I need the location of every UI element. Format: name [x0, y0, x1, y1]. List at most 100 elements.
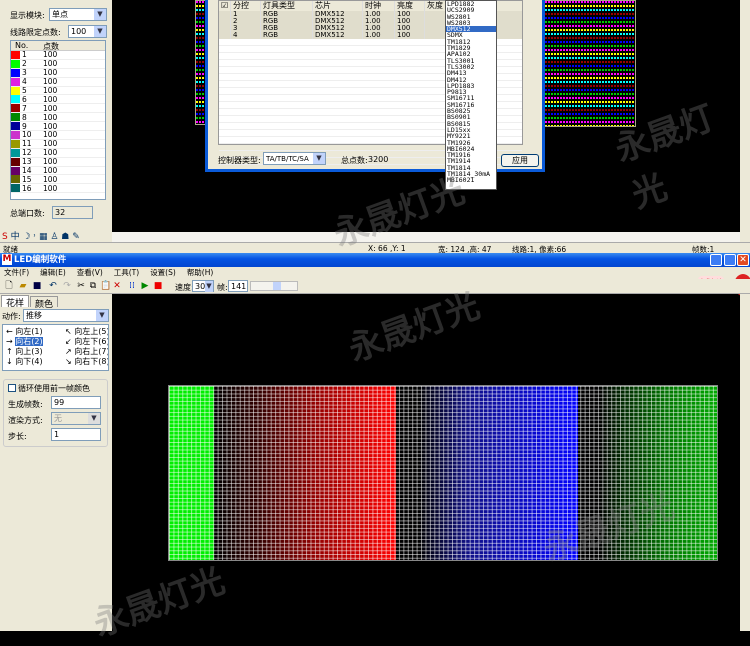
chevron-down-icon: ▼: [94, 9, 106, 20]
table-cell: 100: [395, 25, 425, 32]
stop-icon[interactable]: ■: [153, 281, 163, 291]
direction-label: 向右下(8): [74, 357, 109, 366]
frames-input[interactable]: 99: [51, 396, 101, 409]
controller-type-select[interactable]: TA/TB/TC/SA ▼: [263, 152, 326, 165]
save-icon[interactable]: ■: [32, 281, 42, 291]
line-limit-select[interactable]: 100 ▼: [68, 25, 107, 38]
menu-item[interactable]: 设置(S): [150, 268, 176, 277]
port-points: 100: [43, 139, 58, 149]
port-row[interactable]: 16 100: [11, 183, 105, 194]
arrow-icon: ↑: [6, 347, 13, 356]
undo-icon[interactable]: ↶: [48, 281, 58, 291]
frame-slider[interactable]: [250, 281, 298, 291]
main-vertical-scrollbar[interactable]: [740, 294, 750, 631]
copy-icon[interactable]: ⧉: [88, 281, 98, 291]
menu-item[interactable]: 工具(T): [114, 268, 139, 277]
direction-label: 向左下(6): [74, 337, 109, 346]
line-limit-label: 线路限定点数:: [10, 28, 61, 37]
port-points: 100: [43, 103, 58, 113]
port-no: 9: [22, 121, 27, 131]
grid-icon[interactable]: ⁞⁞: [127, 281, 137, 291]
ime-icons[interactable]: 中 ☽ ˒ ▦ ♙ ☗ ✎: [8, 232, 80, 242]
open-folder-icon[interactable]: ▰: [18, 281, 28, 291]
speed-select[interactable]: 30 ▼: [192, 280, 214, 292]
port-color-swatch: [11, 50, 20, 59]
loop-checkbox-label: 循环使用前一帧颜色: [18, 384, 90, 393]
paste-icon[interactable]: 📋: [100, 281, 111, 291]
tab-pattern[interactable]: 花样: [1, 295, 29, 309]
port-no: 1: [22, 50, 27, 60]
port-no: 7: [22, 103, 27, 113]
table-cell: DMX512: [313, 32, 363, 39]
menu-item[interactable]: 文件(F): [4, 268, 29, 277]
arrow-icon: ↓: [6, 357, 13, 366]
step-input[interactable]: 1: [51, 428, 101, 441]
frame-input[interactable]: 141: [228, 280, 248, 292]
port-color-swatch: [11, 130, 20, 139]
port-color-swatch: [11, 68, 20, 77]
total-ports-field: 32: [52, 206, 93, 219]
port-color-swatch: [11, 184, 20, 193]
play-icon[interactable]: ▶: [140, 281, 150, 291]
display-module-label: 显示模块:: [10, 11, 45, 20]
table-cell: DMX512: [313, 18, 363, 25]
menu-item[interactable]: 帮助(H): [187, 268, 214, 277]
table-cell: 1.00: [363, 25, 395, 32]
action-select[interactable]: 推移 ▼: [23, 309, 109, 322]
table-cell: 1.00: [363, 18, 395, 25]
direction-list[interactable]: ← 向左(1) ↖ 向左上(5) → 向右(2) ↙ 向左下(6) ↑ 向上(3) ↗ 向…: [2, 324, 109, 371]
render-label: 渲染方式:: [8, 416, 43, 425]
port-points: 100: [43, 59, 58, 69]
minimize-button[interactable]: [710, 254, 722, 266]
port-color-swatch: [11, 175, 20, 184]
table-cell: 3: [231, 25, 261, 32]
ime-toolbar[interactable]: S 中 ☽ ˒ ▦ ♙ ☗ ✎: [2, 229, 80, 242]
arrow-icon: ←: [6, 327, 13, 336]
restore-button[interactable]: [724, 254, 736, 266]
port-color-swatch: [11, 148, 20, 157]
port-no: 2: [22, 59, 27, 69]
port-no: 12: [22, 148, 32, 158]
tab-color[interactable]: 颜色: [30, 296, 58, 310]
cut-icon[interactable]: ✂: [76, 281, 86, 291]
direction-label: 向上(3): [15, 347, 43, 356]
table-cell: 1.00: [363, 32, 395, 39]
column-header: 亮度: [395, 1, 425, 11]
chip-dropdown-list[interactable]: LPD1882 UCS2909 WS2801 WS2803 DMX512 SDMX TM18…: [445, 0, 497, 190]
port-no: 15: [22, 174, 32, 184]
delete-icon[interactable]: ✕: [112, 281, 122, 291]
port-no: 13: [22, 157, 32, 167]
port-no: 14: [22, 166, 32, 176]
table-cell: 100: [395, 32, 425, 39]
select-all-checkbox[interactable]: ☑: [219, 1, 231, 11]
direction-option[interactable]: ↘ 向右下(8): [65, 356, 109, 367]
arrow-icon: ↘: [65, 357, 72, 366]
slider-thumb[interactable]: [273, 282, 281, 290]
table-cell: 100: [395, 18, 425, 25]
apply-button[interactable]: 应用: [501, 154, 539, 167]
render-select[interactable]: 无 ▼: [51, 412, 101, 425]
new-file-icon[interactable]: 🗋: [4, 281, 14, 291]
frames-value: 99: [54, 398, 65, 407]
horizontal-scrollbar[interactable]: [112, 232, 740, 242]
redo-icon[interactable]: ↷: [62, 281, 72, 291]
port-points: 100: [43, 183, 58, 193]
port-list[interactable]: No. 点数 1 100 2 100 3 100 4 100 5 100 6 100 7 100 8 100 9 1…: [10, 40, 106, 200]
table-cell: 100: [395, 11, 425, 18]
port-color-swatch: [11, 59, 20, 68]
status-xy: X: 66 ,Y: 1: [368, 244, 406, 253]
direction-option[interactable]: ↓ 向下(4): [6, 356, 43, 367]
arrow-icon: ↗: [65, 347, 72, 356]
top-left-panel: 显示模块: 单点 ▼ 线路限定点数: 100 ▼ No. 点数 1 100 2 100 3 10…: [0, 0, 112, 242]
step-value: 1: [54, 430, 60, 439]
menu-item[interactable]: 查看(V): [77, 268, 103, 277]
display-module-select[interactable]: 单点 ▼: [49, 8, 107, 21]
close-button[interactable]: ✕: [737, 254, 749, 266]
main-left-panel: 花样 颜色 动作: 推移 ▼ ← 向左(1) ↖ 向左上(5) → 向右(2) ↙ 向左…: [0, 294, 112, 631]
column-header: 芯片: [313, 1, 363, 11]
port-color-swatch: [11, 104, 20, 113]
menu-item[interactable]: 编辑(E): [40, 268, 66, 277]
action-label: 动作:: [2, 312, 21, 321]
loop-checkbox[interactable]: [8, 384, 16, 392]
table-cell: DMX512: [313, 25, 363, 32]
